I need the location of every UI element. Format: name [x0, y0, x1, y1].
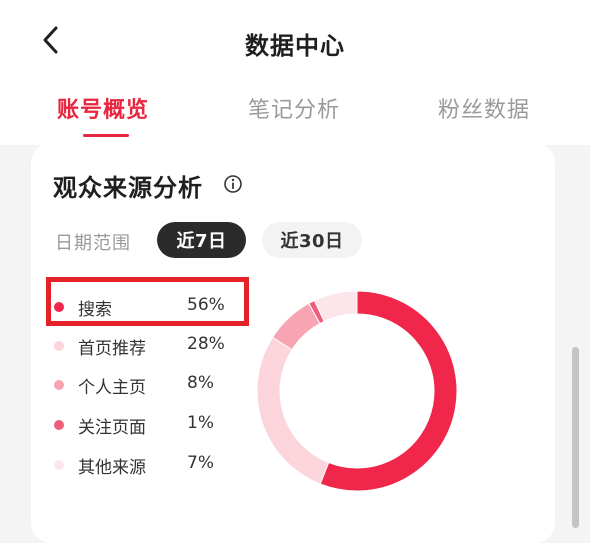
- tab-notes-analysis[interactable]: 笔记分析: [248, 92, 340, 124]
- legend-dot: [54, 380, 64, 390]
- scrollbar[interactable]: [572, 347, 579, 528]
- legend-item-home-recommend: 首页推荐 28%: [52, 334, 242, 359]
- legend-item-profile-page: 个人主页 8%: [52, 373, 242, 398]
- donut-slice-home-recommend: [257, 336, 330, 485]
- legend-item-follow-page: 关注页面 1%: [52, 413, 242, 438]
- legend-value: 1%: [187, 413, 214, 433]
- info-icon[interactable]: [223, 174, 243, 194]
- highlight-box: [46, 277, 249, 326]
- tab-fans-data[interactable]: 粉丝数据: [438, 92, 530, 124]
- legend-label: 首页推荐: [78, 339, 146, 359]
- legend-value: 28%: [187, 334, 225, 354]
- legend-value: 7%: [187, 453, 214, 473]
- source-donut-chart: [257, 291, 457, 491]
- donut-slice-search: [319, 291, 457, 491]
- legend-value: 8%: [187, 373, 214, 393]
- legend-label: 个人主页: [78, 378, 146, 398]
- top-header: 数据中心 账号概览 笔记分析 粉丝数据: [0, 0, 590, 145]
- legend-label: 关注页面: [78, 418, 146, 438]
- legend-dot: [54, 460, 64, 470]
- card-title: 观众来源分析: [53, 174, 203, 202]
- date-option-30-days[interactable]: 近30日: [262, 222, 362, 258]
- legend-dot: [54, 420, 64, 430]
- legend-dot: [54, 341, 64, 351]
- date-option-7-days[interactable]: 近7日: [157, 222, 246, 258]
- page-title: 数据中心: [245, 32, 345, 60]
- active-tab-indicator: [83, 134, 129, 137]
- date-range-label: 日期范围: [55, 233, 131, 254]
- legend-item-other-sources: 其他来源 7%: [52, 453, 242, 478]
- tab-account-overview[interactable]: 账号概览: [57, 92, 149, 124]
- legend-label: 其他来源: [78, 458, 146, 478]
